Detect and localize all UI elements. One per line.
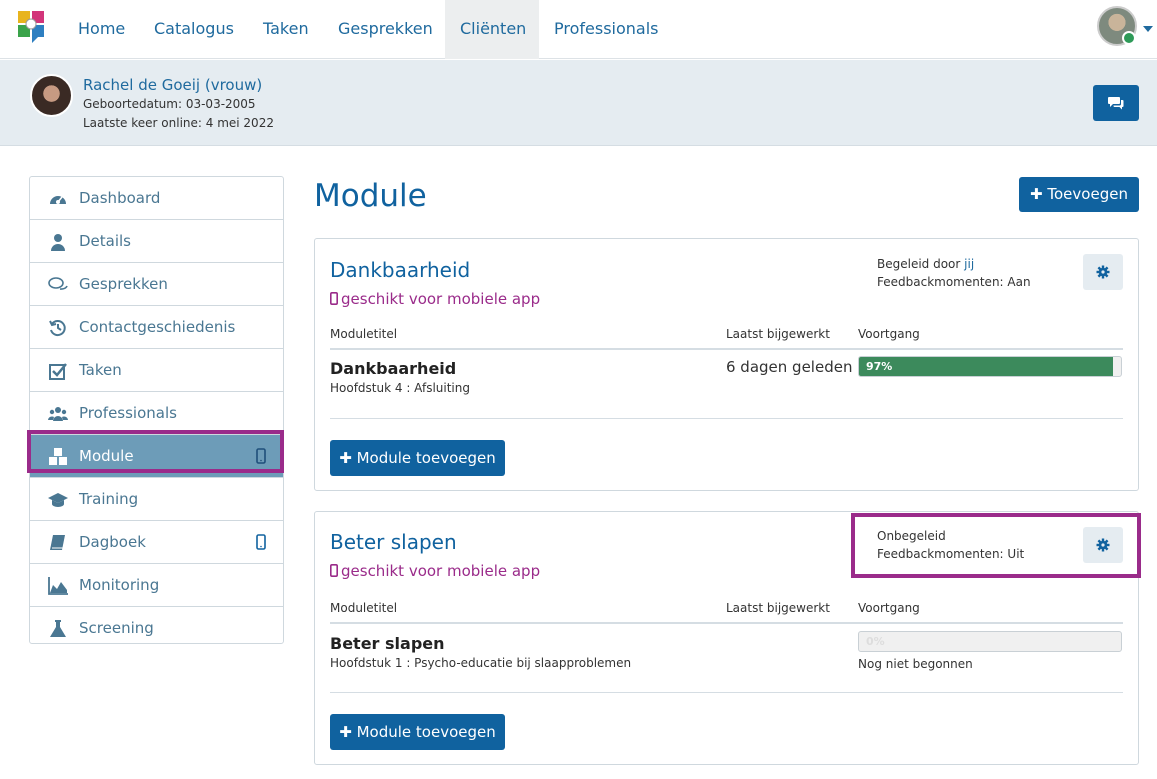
chat-icon <box>48 277 68 290</box>
sidebar-item-label: Taken <box>79 361 122 379</box>
nav-gesprekken[interactable]: Gesprekken <box>323 0 448 59</box>
column-header-moduletitel: Moduletitel <box>330 327 398 341</box>
sidebar-item-label: Screening <box>79 619 154 637</box>
add-button-label: Toevoegen <box>1047 185 1128 203</box>
guidance-info: Begeleid door jij Feedbackmomenten: Aan <box>877 255 1031 291</box>
sidebar-item-monitoring[interactable]: Monitoring <box>30 564 283 607</box>
sidebar-item-contactgeschiedenis[interactable]: Contactgeschiedenis <box>30 306 283 349</box>
guidance-label: Begeleid door <box>877 257 965 271</box>
client-avatar <box>30 74 73 117</box>
module-chapter: Hoofdstuk 1 : Psycho-educatie bij slaapp… <box>330 656 632 670</box>
plus-icon: ✚ <box>339 449 352 467</box>
sidebar-item-screening[interactable]: Screening <box>30 607 283 650</box>
checkbox-icon <box>49 363 67 380</box>
mobile-phone-icon <box>256 534 266 550</box>
module-chapter: Hoofdstuk 4 : Afsluiting <box>330 381 470 395</box>
settings-button[interactable] <box>1083 254 1123 290</box>
sidebar-item-label: Gesprekken <box>79 275 168 293</box>
chevron-down-icon[interactable] <box>1143 26 1153 32</box>
sidebar-item-label: Dashboard <box>79 189 161 207</box>
divider <box>330 692 1123 693</box>
progress-label: 97% <box>866 360 893 373</box>
client-birthdate: Geboortedatum: 03-03-2005 <box>83 97 256 111</box>
sidebar-item-dagboek[interactable]: Dagboek <box>30 521 283 564</box>
divider <box>330 348 1123 350</box>
sidebar-item-details[interactable]: Details <box>30 220 283 263</box>
graduation-cap-icon <box>48 493 68 507</box>
progress-bar: 0% <box>858 631 1122 652</box>
divider <box>330 622 1123 624</box>
column-header-progress: Voortgang <box>858 327 920 341</box>
sidebar-item-label: Professionals <box>79 404 177 422</box>
module-title[interactable]: Dankbaarheid <box>330 359 456 378</box>
last-updated: 6 dagen geleden <box>726 358 853 376</box>
nav-taken[interactable]: Taken <box>248 0 324 59</box>
plus-icon: ✚ <box>339 723 352 741</box>
dashboard-icon <box>50 196 66 204</box>
module-card-title[interactable]: Dankbaarheid <box>330 258 470 282</box>
sidebar-item-professionals[interactable]: Professionals <box>30 392 283 435</box>
column-header-moduletitel: Moduletitel <box>330 601 398 615</box>
nav-catalogus[interactable]: Catalogus <box>139 0 249 59</box>
gear-icon <box>1096 265 1110 279</box>
book-icon <box>50 535 65 550</box>
module-add-label: Module toevoegen <box>356 723 496 741</box>
client-sidebar: Dashboard Details Gesprekken Contactgesc… <box>29 176 284 644</box>
chat-button[interactable] <box>1093 85 1139 121</box>
progress-bar: 97% <box>858 356 1122 377</box>
sidebar-item-label: Monitoring <box>79 576 160 594</box>
progress-status: Nog niet begonnen <box>858 657 973 671</box>
highlight-frame <box>851 513 1141 578</box>
column-header-progress: Voortgang <box>858 601 920 615</box>
highlight-frame <box>27 430 284 473</box>
mobile-app-label: geschikt voor mobiele app <box>341 290 541 308</box>
history-icon <box>49 320 66 337</box>
area-chart-icon <box>48 577 68 595</box>
page-title: Module <box>314 178 427 214</box>
client-last-online: Laatste keer online: 4 mei 2022 <box>83 116 274 130</box>
module-title[interactable]: Beter slapen <box>330 634 445 653</box>
sidebar-item-label: Dagboek <box>79 533 146 551</box>
module-add-button[interactable]: ✚ Module toevoegen <box>330 714 505 750</box>
nav-home[interactable]: Home <box>63 0 140 59</box>
chat-icon <box>1108 97 1124 110</box>
client-header: Rachel de Goeij (vrouw) Geboortedatum: 0… <box>0 60 1157 146</box>
sidebar-item-label: Training <box>79 490 139 508</box>
module-add-button[interactable]: ✚ Module toevoegen <box>330 440 505 476</box>
module-add-label: Module toevoegen <box>356 449 496 467</box>
mobile-app-tag: geschikt voor mobiele app <box>330 562 540 580</box>
nav-professionals[interactable]: Professionals <box>539 0 674 59</box>
mobile-app-tag: geschikt voor mobiele app <box>330 290 540 308</box>
sidebar-item-training[interactable]: Training <box>30 478 283 521</box>
sidebar-item-label: Contactgeschiedenis <box>79 318 236 336</box>
plus-icon: ✚ <box>1030 185 1043 203</box>
sidebar-item-label: Details <box>79 232 132 250</box>
eye-icon <box>1122 31 1136 45</box>
client-name[interactable]: Rachel de Goeij (vrouw) <box>83 76 262 94</box>
app-logo[interactable] <box>18 11 46 43</box>
column-header-updated: Laatst bijgewerkt <box>726 601 830 615</box>
mobile-phone-icon <box>330 564 339 577</box>
feedback-status: Feedbackmomenten: Aan <box>877 275 1031 289</box>
sidebar-item-taken[interactable]: Taken <box>30 349 283 392</box>
module-card: Dankbaarheid geschikt voor mobiele app B… <box>314 238 1139 491</box>
sidebar-item-gesprekken[interactable]: Gesprekken <box>30 263 283 306</box>
user-icon <box>51 234 65 251</box>
flask-icon <box>50 620 66 637</box>
mobile-phone-icon <box>330 292 339 305</box>
mobile-app-label: geschikt voor mobiele app <box>341 562 541 580</box>
guidance-link[interactable]: jij <box>964 257 974 271</box>
progress-label: 0% <box>866 635 885 648</box>
module-card-title[interactable]: Beter slapen <box>330 530 457 554</box>
nav-clienten[interactable]: Cliënten <box>445 0 539 59</box>
add-module-button[interactable]: ✚ Toevoegen <box>1019 177 1139 212</box>
column-header-updated: Laatst bijgewerkt <box>726 327 830 341</box>
sidebar-item-dashboard[interactable]: Dashboard <box>30 177 283 220</box>
progress-fill <box>859 357 1114 376</box>
divider <box>330 418 1123 419</box>
top-navigation: Home Catalogus Taken Gesprekken Cliënten… <box>0 0 1157 59</box>
users-icon <box>48 407 68 421</box>
